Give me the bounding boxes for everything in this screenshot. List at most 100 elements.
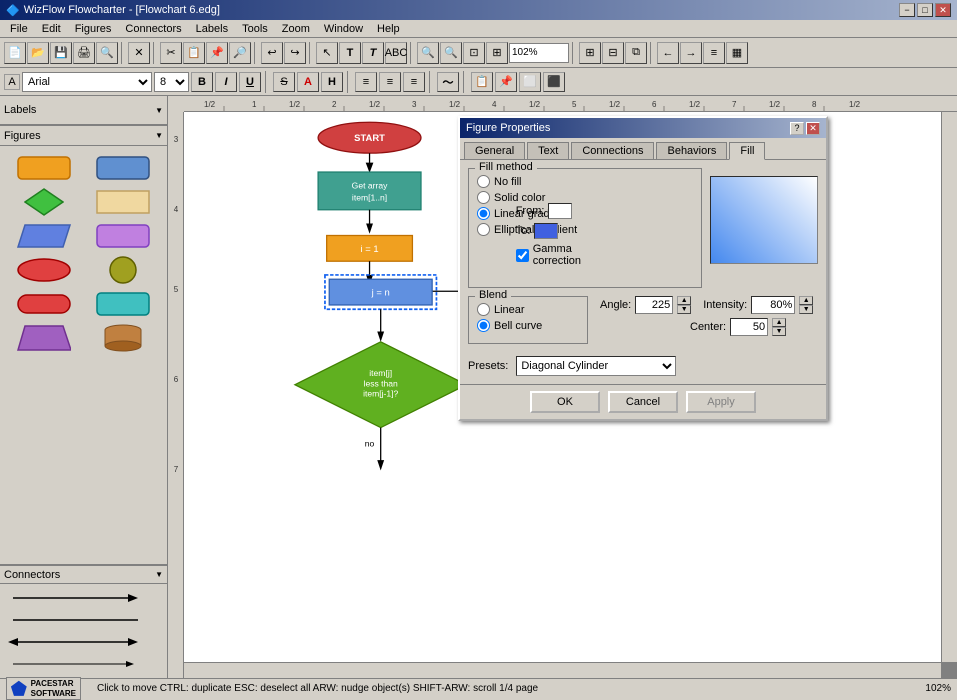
- to-color-swatch[interactable]: [534, 223, 558, 239]
- cancel-button[interactable]: Cancel: [608, 391, 678, 413]
- angle-up-button[interactable]: ▲: [677, 296, 691, 305]
- minimize-button[interactable]: −: [899, 3, 915, 17]
- tab-behaviors[interactable]: Behaviors: [656, 142, 727, 159]
- radio-linear-blend[interactable]: Linear: [477, 303, 579, 316]
- snap-button[interactable]: ⊟: [602, 42, 624, 64]
- highlight-button[interactable]: H: [321, 72, 343, 92]
- figure-orange-rounded[interactable]: [8, 154, 81, 182]
- from-color-swatch[interactable]: [548, 203, 572, 219]
- figure-olive-circle[interactable]: [87, 256, 160, 284]
- figure-red-capsule[interactable]: [8, 290, 81, 318]
- distribute-button[interactable]: ▦: [726, 42, 748, 64]
- layer-button[interactable]: ⧉: [625, 42, 647, 64]
- menu-zoom[interactable]: Zoom: [276, 22, 316, 36]
- figure-brown-cylinder[interactable]: [87, 324, 160, 352]
- zoom-in-button[interactable]: 🔍: [417, 42, 439, 64]
- figure-purple-rounded[interactable]: [87, 222, 160, 250]
- zoom-out-button[interactable]: 🔍: [440, 42, 462, 64]
- copy-format-button[interactable]: 📋: [471, 72, 493, 92]
- figure-blue-parallelogram[interactable]: [8, 222, 81, 250]
- figure-purple-trapezoid[interactable]: [8, 324, 81, 352]
- intensity-up-button[interactable]: ▲: [799, 296, 813, 305]
- find-button[interactable]: 🔎: [229, 42, 251, 64]
- radio-bell-curve[interactable]: Bell curve: [477, 319, 579, 332]
- open-button[interactable]: 📂: [27, 42, 49, 64]
- italic-button[interactable]: I: [215, 72, 237, 92]
- print-preview-button[interactable]: 🔍: [96, 42, 118, 64]
- menu-connectors[interactable]: Connectors: [119, 22, 187, 36]
- connector-arrow-right[interactable]: [8, 590, 159, 606]
- zoom-actual-button[interactable]: ⊞: [486, 42, 508, 64]
- figure-teal-rounded[interactable]: [87, 290, 160, 318]
- save-button[interactable]: 💾: [50, 42, 72, 64]
- paste-format-button[interactable]: 📌: [495, 72, 517, 92]
- dialog-close-button[interactable]: ✕: [806, 122, 820, 135]
- center-up-button[interactable]: ▲: [772, 318, 786, 327]
- intensity-input[interactable]: 80%: [751, 296, 795, 314]
- bold-button[interactable]: B: [191, 72, 213, 92]
- intensity-down-button[interactable]: ▼: [799, 305, 813, 314]
- align-right-button[interactable]: ≡: [403, 72, 425, 92]
- radio-solid-color[interactable]: Solid color: [477, 191, 693, 204]
- menu-labels[interactable]: Labels: [190, 22, 234, 36]
- menu-help[interactable]: Help: [371, 22, 406, 36]
- font-select[interactable]: Arial: [22, 72, 152, 92]
- delete-button[interactable]: ✕: [128, 42, 150, 64]
- spell-button[interactable]: ABC: [385, 42, 407, 64]
- strikethrough-button[interactable]: S: [273, 72, 295, 92]
- shape2-button[interactable]: ⬛: [543, 72, 565, 92]
- cut-button[interactable]: ✂: [160, 42, 182, 64]
- close-window-button[interactable]: ✕: [935, 3, 951, 17]
- underline-button[interactable]: U: [239, 72, 261, 92]
- gamma-checkbox[interactable]: [516, 249, 529, 262]
- new-button[interactable]: 📄: [4, 42, 26, 64]
- presets-select[interactable]: Diagonal Cylinder Horizontal Vertical Ra…: [516, 356, 676, 376]
- radio-no-fill[interactable]: No fill: [477, 175, 693, 188]
- figure-red-ellipse[interactable]: [8, 256, 81, 284]
- tab-fill[interactable]: Fill: [729, 142, 765, 160]
- line-style-button[interactable]: 〜: [437, 72, 459, 92]
- menu-tools[interactable]: Tools: [236, 22, 274, 36]
- center-input[interactable]: 50: [730, 318, 768, 336]
- figure-green-diamond[interactable]: [8, 188, 81, 216]
- undo-button[interactable]: ↩: [261, 42, 283, 64]
- pointer-button[interactable]: ↖: [316, 42, 338, 64]
- scrollbar-bottom[interactable]: [184, 662, 941, 678]
- paste-button[interactable]: 📌: [206, 42, 228, 64]
- text-color-button[interactable]: A: [297, 72, 319, 92]
- align-left-button[interactable]: ≡: [355, 72, 377, 92]
- redo-button[interactable]: ↪: [284, 42, 306, 64]
- figure-blue-rounded[interactable]: [87, 154, 160, 182]
- align-center-button[interactable]: ≡: [379, 72, 401, 92]
- shape-button[interactable]: ⬜: [519, 72, 541, 92]
- center-down-button[interactable]: ▼: [772, 327, 786, 336]
- connector-line[interactable]: [8, 612, 159, 628]
- figure-beige-rect[interactable]: [87, 188, 160, 216]
- radio-elliptical-gradient[interactable]: Elliptical gradient: [477, 223, 693, 236]
- apply-button[interactable]: Apply: [686, 391, 756, 413]
- angle-input[interactable]: 225: [635, 296, 673, 314]
- menu-window[interactable]: Window: [318, 22, 369, 36]
- maximize-button[interactable]: □: [917, 3, 933, 17]
- arrow-left-button[interactable]: ←: [657, 42, 679, 64]
- align-button[interactable]: ≡: [703, 42, 725, 64]
- arrow-right-button[interactable]: →: [680, 42, 702, 64]
- tab-connections[interactable]: Connections: [571, 142, 654, 159]
- size-select[interactable]: 8: [154, 72, 189, 92]
- print-button[interactable]: 🖨: [73, 42, 95, 64]
- grid-button[interactable]: ⊞: [579, 42, 601, 64]
- connector-thin-arrow[interactable]: [8, 656, 159, 672]
- tab-text[interactable]: Text: [527, 142, 569, 159]
- zoom-input[interactable]: 102%: [509, 43, 569, 63]
- tab-general[interactable]: General: [464, 142, 525, 159]
- connector-double-arrow[interactable]: [8, 634, 159, 650]
- zoom-fit-button[interactable]: ⊡: [463, 42, 485, 64]
- figure-properties-dialog[interactable]: Figure Properties ? ✕ General Text Conne…: [458, 116, 828, 421]
- menu-file[interactable]: File: [4, 22, 34, 36]
- text-button[interactable]: T: [339, 42, 361, 64]
- menu-edit[interactable]: Edit: [36, 22, 67, 36]
- ok-button[interactable]: OK: [530, 391, 600, 413]
- radio-linear-gradient[interactable]: Linear gradient: [477, 207, 693, 220]
- copy-button[interactable]: 📋: [183, 42, 205, 64]
- dialog-help-button[interactable]: ?: [790, 122, 804, 135]
